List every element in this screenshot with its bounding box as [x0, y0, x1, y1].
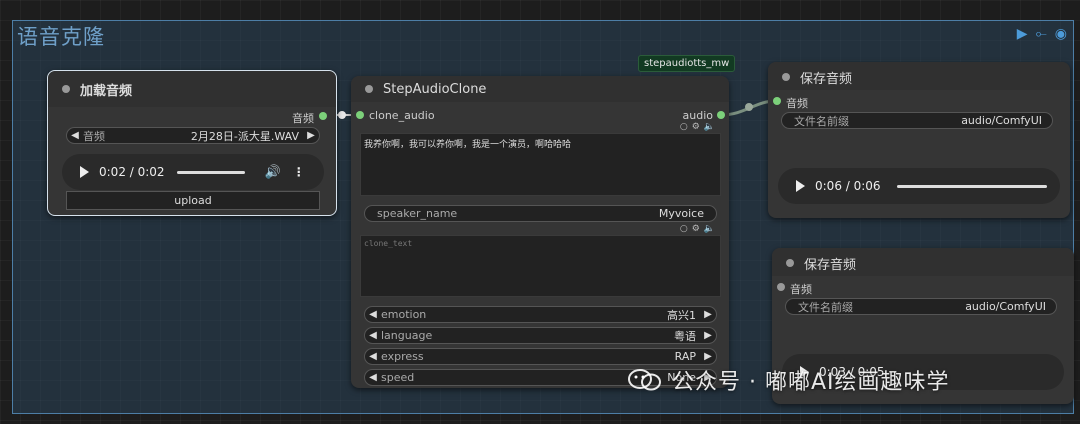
- player-time: 0:06 / 0:06: [815, 179, 881, 193]
- load-audio-node[interactable]: 加载音频 音频 ◀ 音频 2月28日-派大星.WAV ▶ 0:02 / 0:02…: [47, 70, 337, 216]
- node-title: 加载音频: [80, 83, 133, 99]
- audio-player[interactable]: 0:02 / 0:02 🔊 ⋮: [62, 154, 324, 190]
- input-label: clone_audio: [369, 109, 435, 122]
- play-icon[interactable]: [796, 180, 805, 192]
- clone-text-input[interactable]: clone_text: [360, 235, 721, 297]
- combo-value: 粤语: [674, 329, 696, 343]
- widget-icons: ○ ⚙ 🔈: [680, 122, 715, 132]
- prev-arrow-icon[interactable]: ◀: [365, 351, 381, 362]
- play-icon[interactable]: [80, 166, 89, 178]
- gear-icon[interactable]: ⚙: [692, 122, 700, 132]
- field-value: audio/ComfyUI: [965, 300, 1046, 313]
- watermark-text: 公众号 · 嘟嘟AI绘画趣味学: [672, 370, 950, 395]
- progress-bar[interactable]: [176, 170, 245, 174]
- combo-label: speed: [381, 371, 415, 384]
- text-input[interactable]: 我养你啊，我可以养你啊，我是一个演员，啊哈哈哈: [360, 133, 721, 196]
- node-title: 保存音频: [804, 257, 857, 273]
- node-badge: stepaudiotts_mw: [638, 55, 736, 72]
- input-label: 音频: [786, 97, 808, 110]
- node-header[interactable]: StepAudioClone: [351, 76, 729, 102]
- next-arrow-icon[interactable]: ▶: [700, 309, 716, 320]
- combo-label: express: [381, 350, 424, 363]
- input-port[interactable]: [777, 283, 785, 291]
- output-port[interactable]: [319, 112, 327, 120]
- node-title: 保存音频: [800, 71, 853, 87]
- field-value: Myvoice: [658, 207, 704, 220]
- node-header[interactable]: 保存音频: [772, 248, 1074, 276]
- wechat-logo-icon: [626, 367, 664, 393]
- gear-icon[interactable]: ⚙: [692, 224, 700, 234]
- placeholder: clone_text: [364, 239, 413, 248]
- output-port[interactable]: [717, 111, 725, 119]
- volume-icon[interactable]: 🔊: [265, 165, 281, 180]
- audio-file-combo[interactable]: ◀ 音频 2月28日-派大星.WAV ▶: [66, 127, 320, 144]
- speaker-icon[interactable]: 🔈: [704, 224, 715, 234]
- language-combo[interactable]: ◀ language 粤语 ▶: [364, 327, 717, 344]
- input-port[interactable]: [773, 97, 781, 105]
- collapse-dot-icon[interactable]: [782, 73, 790, 81]
- input-port[interactable]: [356, 111, 364, 119]
- prev-arrow-icon[interactable]: ◀: [365, 309, 381, 320]
- node-header[interactable]: 保存音频: [768, 62, 1070, 90]
- audio-player[interactable]: 0:06 / 0:06: [778, 168, 1060, 204]
- field-label: 文件名前缀: [798, 300, 853, 314]
- combo-label: emotion: [381, 308, 427, 321]
- more-icon[interactable]: ⋮: [293, 165, 305, 179]
- upload-button[interactable]: upload: [66, 191, 320, 210]
- filename-prefix-field[interactable]: 文件名前缀 audio/ComfyUI: [781, 112, 1053, 129]
- collapse-dot-icon[interactable]: [786, 259, 794, 267]
- prev-arrow-icon[interactable]: ◀: [67, 130, 83, 141]
- express-combo[interactable]: ◀ express RAP ▶: [364, 348, 717, 365]
- collapse-dot-icon[interactable]: [365, 85, 373, 93]
- next-arrow-icon[interactable]: ▶: [700, 330, 716, 341]
- node-header[interactable]: 加载音频: [48, 71, 336, 107]
- node-title: StepAudioClone: [383, 81, 487, 97]
- combo-value: 2月28日-派大星.WAV: [190, 129, 299, 143]
- next-arrow-icon[interactable]: ▶: [700, 351, 716, 362]
- output-label: audio: [682, 109, 713, 122]
- emotion-combo[interactable]: ◀ emotion 高兴1 ▶: [364, 306, 717, 323]
- circle-icon[interactable]: ○: [680, 122, 688, 132]
- prev-arrow-icon[interactable]: ◀: [365, 330, 381, 341]
- field-value: audio/ComfyUI: [961, 114, 1042, 127]
- filename-prefix-field[interactable]: 文件名前缀 audio/ComfyUI: [785, 298, 1057, 315]
- circle-icon[interactable]: ○: [680, 224, 688, 234]
- prev-arrow-icon[interactable]: ◀: [365, 372, 381, 383]
- save-audio-node-1[interactable]: 保存音频 音频 文件名前缀 audio/ComfyUI 0:06 / 0:06: [768, 62, 1070, 218]
- combo-value: 高兴1: [667, 308, 696, 322]
- output-label: 音频: [292, 112, 314, 125]
- step-audio-clone-node[interactable]: StepAudioClone clone_audio audio ○ ⚙ 🔈 我…: [351, 76, 729, 388]
- combo-label: 音频: [83, 129, 105, 143]
- speaker-name-field[interactable]: speaker_name Myvoice: [364, 205, 717, 222]
- field-label: 文件名前缀: [794, 114, 849, 128]
- widget-icons: ○ ⚙ 🔈: [680, 224, 715, 234]
- next-arrow-icon[interactable]: ▶: [303, 130, 319, 141]
- speaker-icon[interactable]: 🔈: [704, 122, 715, 132]
- collapse-dot-icon[interactable]: [62, 85, 70, 93]
- input-label: 音频: [790, 283, 812, 296]
- combo-label: language: [381, 329, 433, 342]
- field-label: speaker_name: [377, 207, 458, 220]
- watermark: 公众号 · 嘟嘟AI绘画趣味学: [626, 364, 950, 396]
- player-time: 0:02 / 0:02: [99, 165, 165, 179]
- progress-bar[interactable]: [896, 184, 1047, 188]
- combo-value: RAP: [674, 350, 696, 363]
